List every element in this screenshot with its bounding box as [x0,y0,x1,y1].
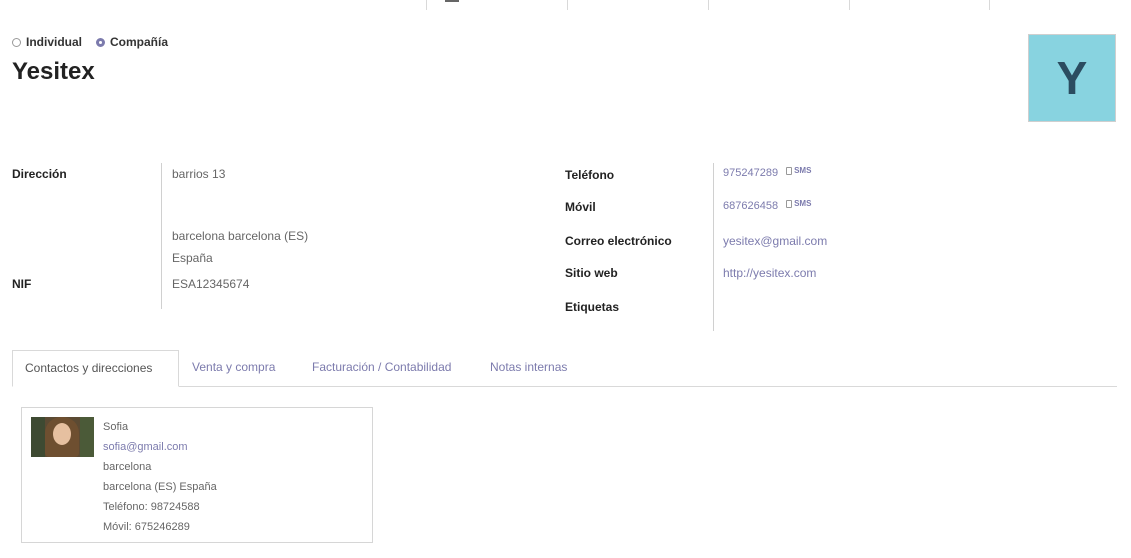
mobile-icon [786,199,793,208]
phone-label: Teléfono [565,168,615,182]
contact-details: Sofia sofia@gmail.com barcelona barcelon… [103,417,217,537]
website-label: Sitio web [565,266,618,280]
stat-icon [445,0,459,2]
contact-city: barcelona [103,461,152,473]
notebook-tabs: Contactos y direcciones Venta y compra F… [12,350,1117,387]
phone-field[interactable]: 975247289 SMS [723,166,811,179]
sms-label[interactable]: SMS [794,199,811,208]
stat-button[interactable] [567,0,708,10]
stat-buttons-bar [426,0,990,10]
mobile-value[interactable]: 687626458 [723,200,778,212]
address-street[interactable]: barrios 13 [172,167,225,181]
email-label: Correo electrónico [565,234,672,248]
address-city-state[interactable]: barcelona barcelona (ES) [172,229,308,243]
mobile-label: Móvil [565,200,596,214]
vat-value[interactable]: ESA12345674 [172,277,249,291]
contact-mobile: Móvil: 675246289 [103,521,190,533]
radio-individual[interactable] [12,37,21,47]
tab-internal-notes[interactable]: Notas internas [478,350,579,387]
tab-sales-purchase[interactable]: Venta y compra [180,350,287,387]
company-type-selector: Individual Compañía [12,35,182,49]
tags-label: Etiquetas [565,300,620,314]
phone-value[interactable]: 975247289 [723,167,778,179]
left-group-separator [161,163,162,309]
address-country[interactable]: España [172,251,213,265]
sms-label[interactable]: SMS [794,166,811,175]
partner-name[interactable]: Yesitex [12,58,95,86]
sms-button[interactable]: SMS [786,166,811,175]
partner-form: Individual Compañía Yesitex Y Dirección … [0,0,1131,558]
contact-name[interactable]: Sofia [103,417,217,437]
email-value[interactable]: yesitex@gmail.com [723,234,827,248]
vat-label: NIF [12,277,32,291]
contact-avatar [31,417,94,457]
website-value[interactable]: http://yesitex.com [723,266,816,280]
contact-phone: Teléfono: 98724588 [103,501,200,513]
tab-contacts[interactable]: Contactos y direcciones [12,350,179,387]
stat-button[interactable] [426,0,567,10]
address-label: Dirección [12,167,67,181]
radio-company-label[interactable]: Compañía [110,35,168,49]
stat-button[interactable] [708,0,849,10]
mobile-icon [786,166,793,175]
radio-company[interactable] [96,37,106,47]
contact-region: barcelona (ES) España [103,481,217,493]
right-group-separator [713,163,714,331]
mobile-field[interactable]: 687626458 SMS [723,199,811,212]
contact-email[interactable]: sofia@gmail.com [103,437,217,457]
stat-button[interactable] [849,0,990,10]
tab-invoicing[interactable]: Facturación / Contabilidad [300,350,463,387]
contact-card[interactable]: Sofia sofia@gmail.com barcelona barcelon… [21,407,373,543]
partner-avatar[interactable]: Y [1028,34,1116,122]
radio-individual-label[interactable]: Individual [26,35,82,49]
sms-button-mobile[interactable]: SMS [786,199,811,208]
